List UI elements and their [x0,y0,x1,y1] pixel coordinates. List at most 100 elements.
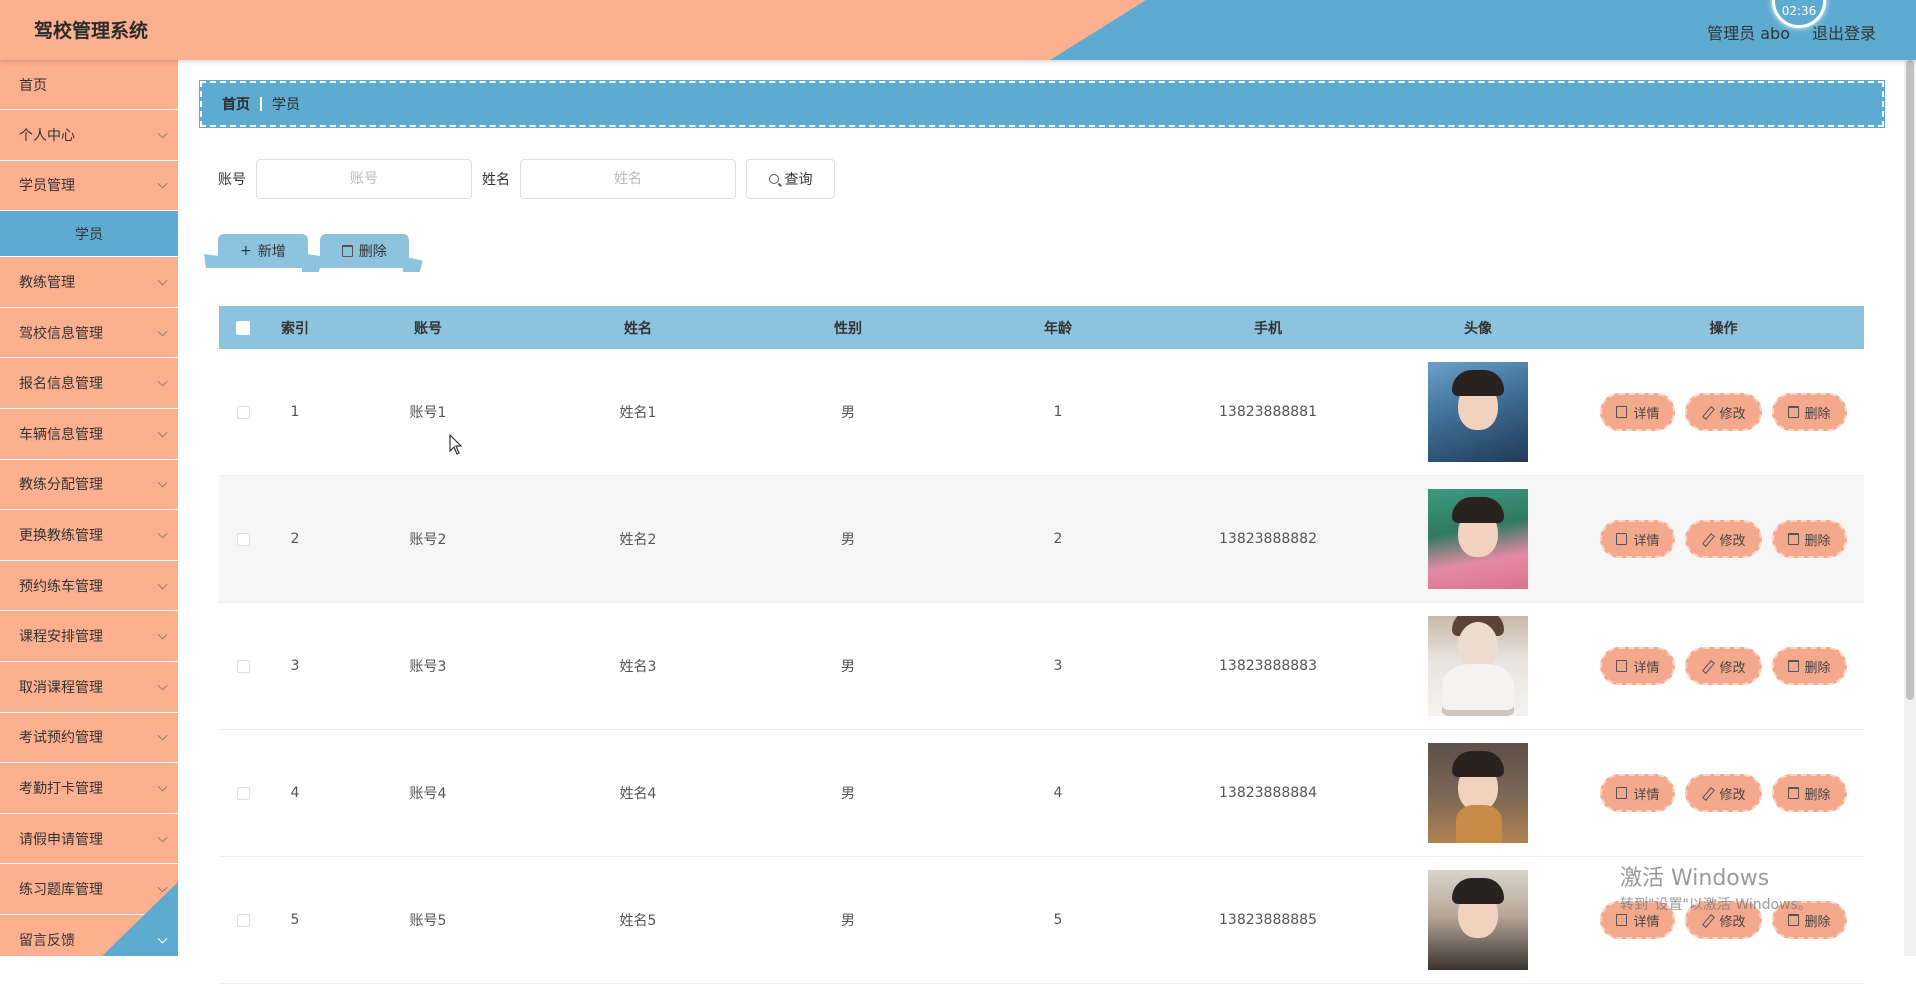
edit-button[interactable]: 修改 [1685,647,1762,685]
header-phone: 手机 [1254,320,1282,337]
sidebar-item-course-cancel[interactable]: 取消课程管理 [0,662,178,713]
document-icon [1616,660,1628,672]
top-header: 驾校管理系统 管理员 abo 退出登录 [0,0,1916,60]
sidebar-item-personal-center[interactable]: 个人中心 [0,110,178,161]
trash-icon [1787,660,1799,672]
edit-button[interactable]: 修改 [1685,520,1762,558]
account-search-input[interactable] [256,159,472,199]
delete-label: 删除 [1804,533,1831,549]
row-checkbox[interactable] [236,532,250,546]
breadcrumb-home[interactable]: 首页 [222,94,250,114]
cell-phone: 13823888884 [1219,785,1317,801]
trash-icon [1787,406,1799,418]
cell-age: 3 [1053,658,1063,674]
name-search-input[interactable] [520,159,736,199]
edit-label: 修改 [1719,660,1746,676]
avatar[interactable] [1428,489,1528,589]
table-row: 1 账号1 姓名1 男 1 13823888881 详情 修改 删除 [219,349,1864,476]
document-icon [1616,406,1628,418]
cell-index: 3 [290,658,300,674]
chevron-down-icon [157,680,168,691]
query-button[interactable]: 查询 [746,159,835,199]
sidebar-item-exam-booking[interactable]: 考试预约管理 [0,713,178,764]
cell-phone: 13823888885 [1219,912,1317,928]
avatar[interactable] [1428,743,1528,843]
sidebar-item-label: 首页 [19,77,47,94]
document-icon [1616,787,1628,799]
chevron-down-icon [157,275,168,286]
sidebar-item-label: 考试预约管理 [19,730,103,747]
header-avatar: 头像 [1464,320,1492,337]
header-name: 姓名 [624,320,652,337]
windows-activation-watermark: 激活 Windows 转到"设置"以激活 Windows。 [1620,860,1812,914]
detail-label: 详情 [1633,533,1660,549]
cell-name: 姓名3 [619,659,657,675]
chevron-down-icon [157,478,168,488]
sidebar-subitem-student[interactable]: 学员 [0,211,178,258]
scrollbar-thumb[interactable] [1906,60,1914,700]
logout-link[interactable]: 退出登录 [1812,20,1876,44]
select-all-checkbox[interactable] [236,320,250,335]
trash-icon [341,245,353,257]
student-table: 索引 账号 姓名 性别 年龄 手机 头像 操作 1 账号1 姓名1 男 1 13… [219,306,1864,984]
sidebar-item-coach-assignment[interactable]: 教练分配管理 [0,460,178,511]
detail-button[interactable]: 详情 [1600,774,1676,812]
detail-button[interactable]: 详情 [1600,520,1676,558]
edit-icon [1701,533,1713,545]
sidebar-item-attendance[interactable]: 考勤打卡管理 [0,763,178,814]
detail-button[interactable]: 详情 [1600,393,1676,431]
name-label: 姓名 [482,172,510,188]
avatar[interactable] [1428,870,1528,970]
sidebar-item-home[interactable]: 首页 [0,60,178,110]
sidebar-item-label: 预约练车管理 [19,578,103,595]
delete-button[interactable]: 删除 [1771,647,1847,685]
sidebar-item-student-management[interactable]: 学员管理 [0,161,178,212]
chevron-down-icon [157,579,168,590]
avatar[interactable] [1428,616,1528,716]
app-title: 驾校管理系统 [34,20,149,42]
sidebar-item-enrollment-info[interactable]: 报名信息管理 [0,358,178,409]
row-checkbox[interactable] [236,405,250,419]
avatar[interactable] [1428,362,1528,462]
sidebar-item-coach-management[interactable]: 教练管理 [0,257,178,308]
chevron-down-icon [157,933,168,944]
table-row: 5 账号5 姓名5 男 5 13823888885 详情 修改 删除 [219,857,1864,984]
detail-button[interactable]: 详情 [1600,647,1676,685]
row-checkbox[interactable] [236,913,250,927]
sidebar-item-practice-booking[interactable]: 预约练车管理 [0,561,178,612]
sidebar-item-vehicle-info[interactable]: 车辆信息管理 [0,409,178,460]
page-scrollbar[interactable] [1904,60,1916,956]
edit-button[interactable]: 修改 [1685,393,1762,431]
add-button[interactable]: + 新增 [218,234,308,268]
breadcrumb: 首页 学员 [199,80,1885,128]
sidebar-item-label: 驾校信息管理 [19,325,103,342]
row-checkbox[interactable] [236,659,250,673]
sidebar-item-leave-request[interactable]: 请假申请管理 [0,814,178,865]
sidebar-item-coach-change[interactable]: 更换教练管理 [0,510,178,561]
delete-button[interactable]: 删除 [1771,774,1847,812]
delete-button[interactable]: 删除 [1771,520,1847,558]
header-ops: 操作 [1709,320,1738,337]
table-row: 4 账号4 姓名4 男 4 13823888884 详情 修改 删除 [219,730,1864,857]
sidebar-item-course-schedule[interactable]: 课程安排管理 [0,611,178,662]
batch-delete-button[interactable]: 删除 [319,234,409,268]
cell-phone: 13823888883 [1219,658,1317,674]
cell-gender: 男 [841,913,855,929]
trash-icon [1787,787,1799,799]
sidebar-item-label: 考勤打卡管理 [19,780,103,797]
sidebar-item-label: 留言反馈 [19,932,75,949]
edit-button[interactable]: 修改 [1685,774,1762,812]
sidebar-item-feedback[interactable]: 留言反馈 [0,915,178,956]
chevron-down-icon [157,128,168,139]
cell-age: 4 [1053,785,1063,801]
cell-index: 4 [290,785,300,801]
row-checkbox[interactable] [236,786,250,800]
cell-account: 账号5 [409,913,447,929]
cell-name: 姓名4 [619,786,657,802]
batch-delete-label: 删除 [358,244,387,260]
header-gender: 性别 [834,320,862,337]
delete-button[interactable]: 删除 [1771,393,1847,431]
search-icon [768,174,779,184]
sidebar-menu: 首页 个人中心 学员管理 学员 教练管理 驾校信息管理 报名信息管理 车辆信息管… [0,60,178,956]
sidebar-item-school-info[interactable]: 驾校信息管理 [0,308,178,359]
